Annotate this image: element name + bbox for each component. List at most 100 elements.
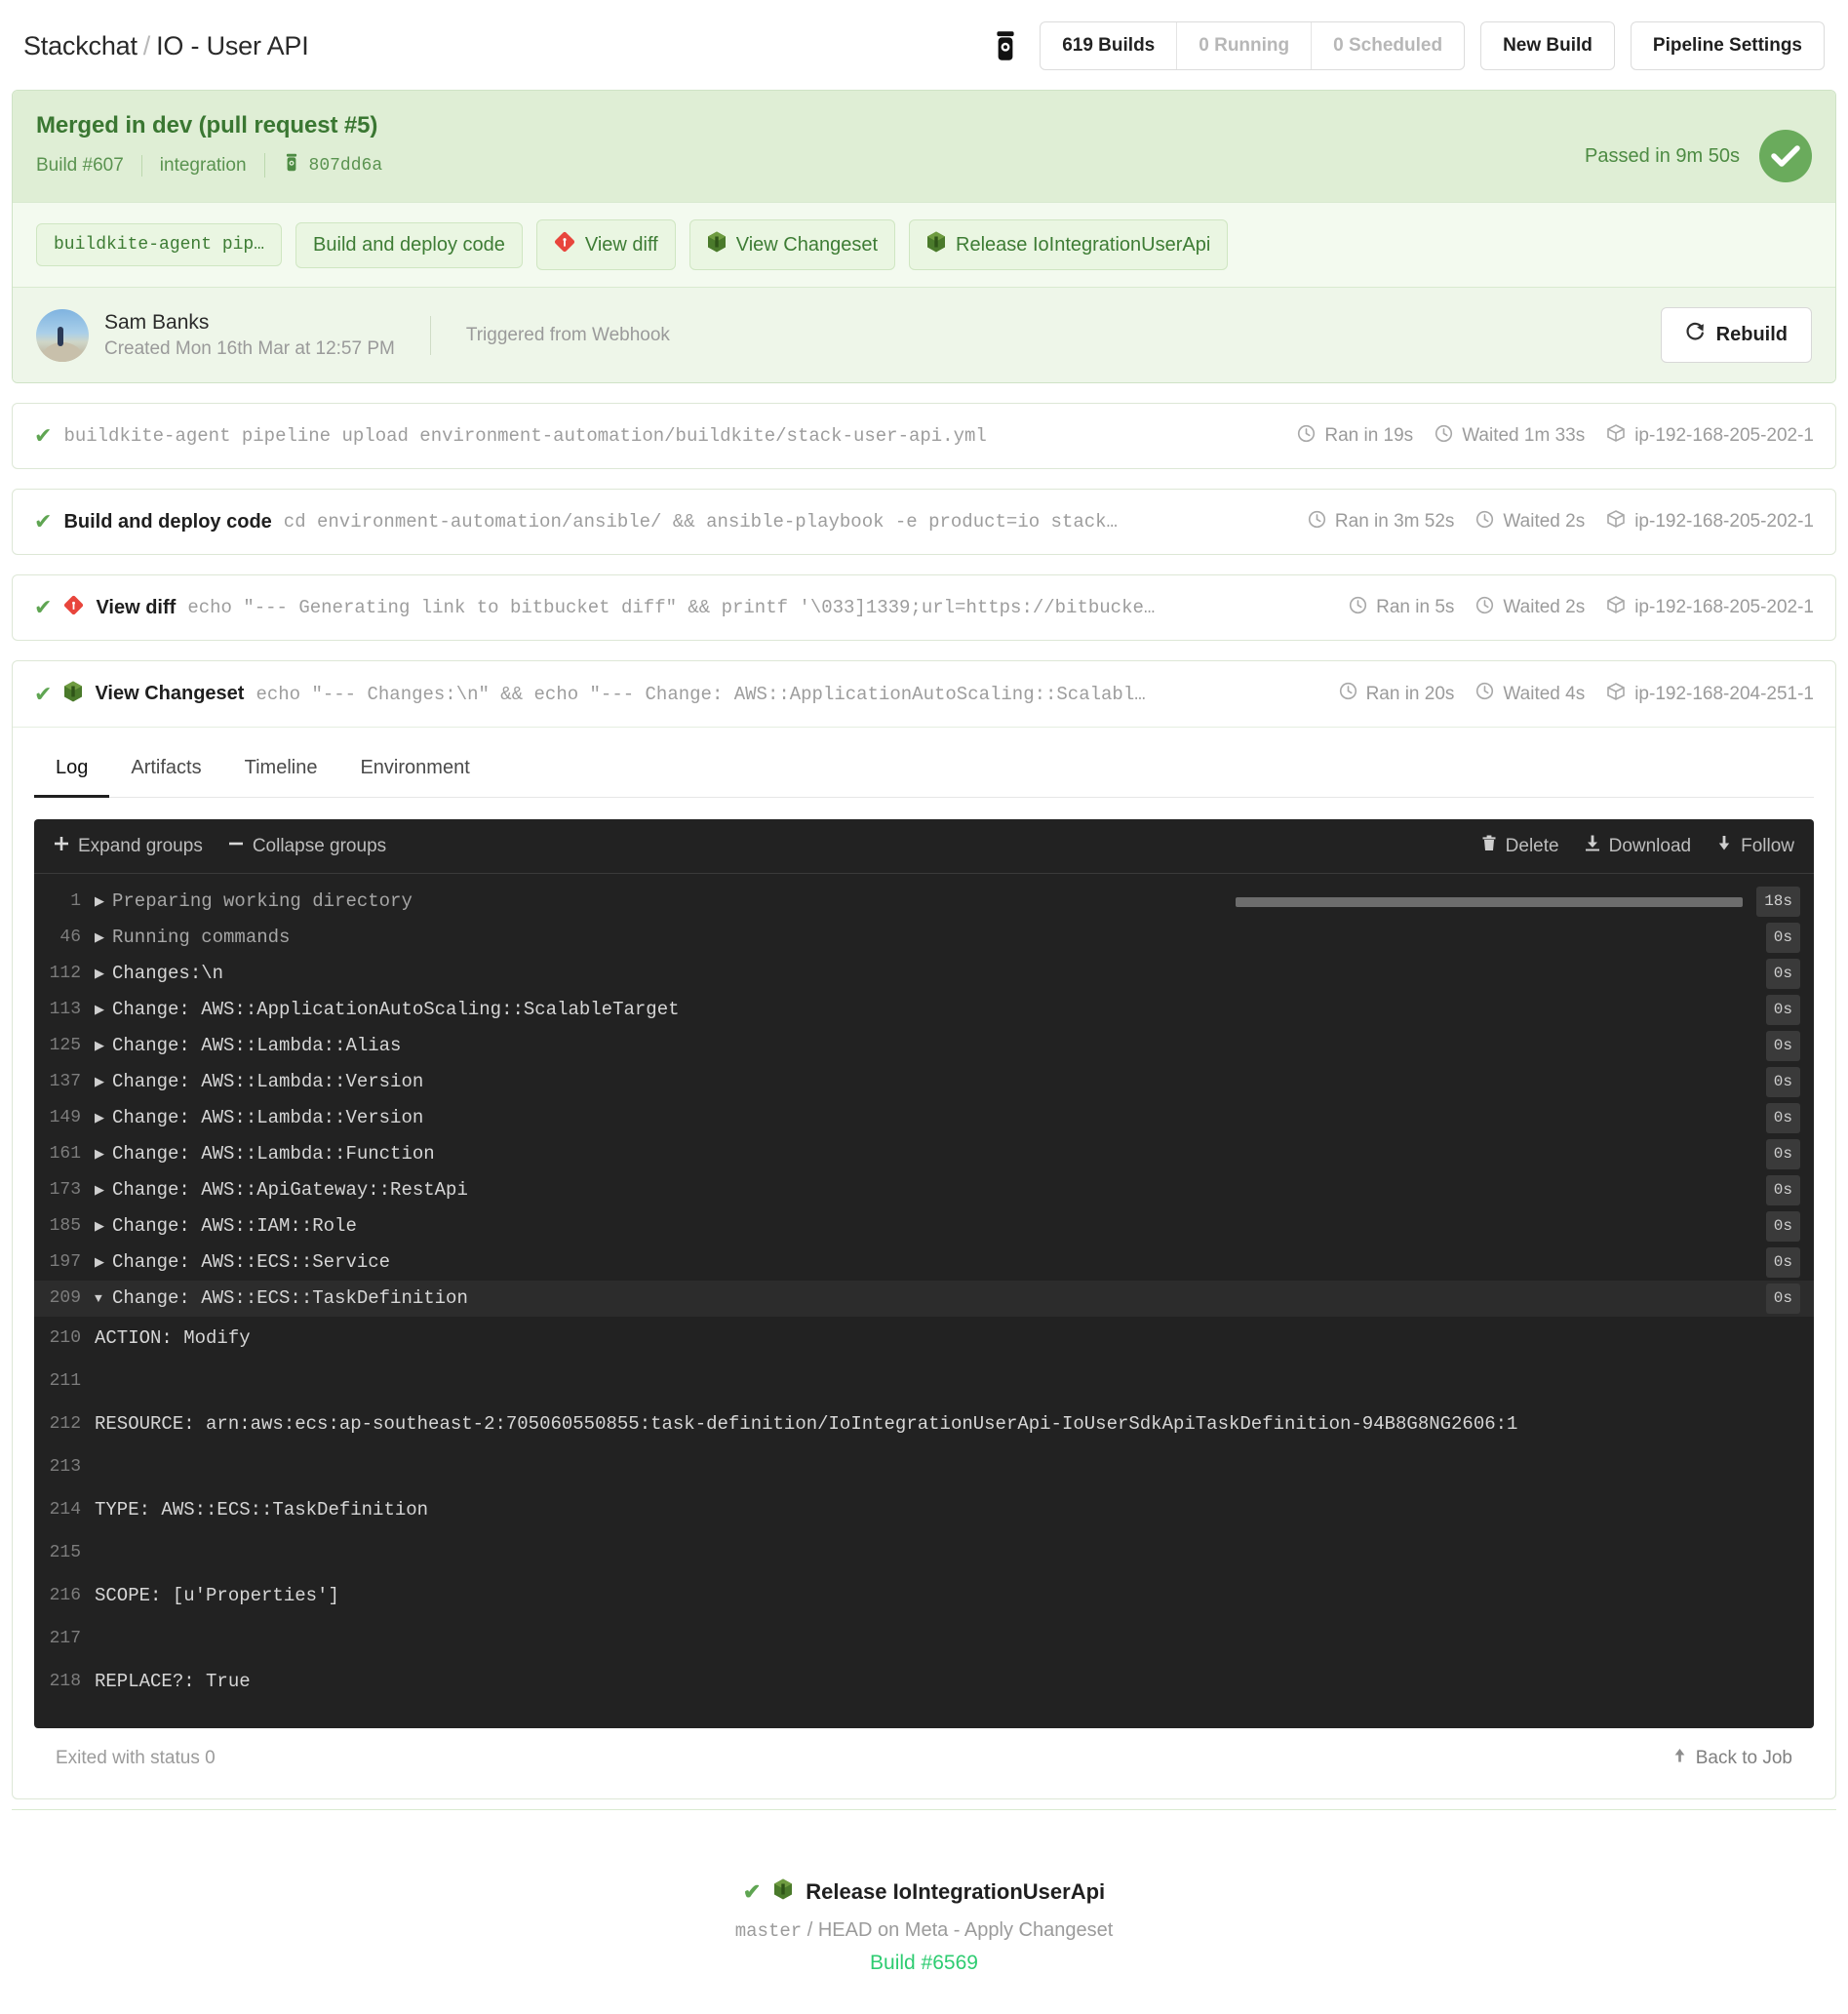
log-duration: 0s <box>1765 1067 1800 1097</box>
pill-view-diff[interactable]: View diff <box>535 219 676 270</box>
creator-info: Sam Banks Created Mon 16th Mar at 12:57 … <box>36 308 670 362</box>
tab-log[interactable]: Log <box>34 743 110 798</box>
build-number[interactable]: Build #607 <box>36 155 141 177</box>
log-group-row[interactable]: 1 ▶ Preparing working directory 18s <box>34 884 1814 920</box>
plus-icon <box>54 836 69 857</box>
pill-build-and-deploy[interactable]: Build and deploy code <box>295 221 523 268</box>
clock-icon <box>1475 596 1494 620</box>
new-build-button[interactable]: New Build <box>1480 21 1615 70</box>
clock-icon <box>1349 596 1367 620</box>
job-ran-label: Ran in 3m 52s <box>1334 511 1455 532</box>
log-group-row[interactable]: 112 ▶ Changes:\n 0s <box>34 956 1814 992</box>
counter-running[interactable]: 0 Running <box>1177 22 1313 69</box>
git-diamond-icon <box>554 231 575 258</box>
log-group-row[interactable]: 113 ▶ Change: AWS::ApplicationAutoScalin… <box>34 992 1814 1028</box>
log-box: Expand groups Collapse groups Delete Dow… <box>34 819 1814 1728</box>
log-group-row-expanded[interactable]: 209 ▼ Change: AWS::ECS::TaskDefinition 0… <box>34 1281 1814 1317</box>
counter-builds[interactable]: 619 Builds <box>1041 22 1178 69</box>
tab-artifacts[interactable]: Artifacts <box>109 743 222 798</box>
log-group-row[interactable]: 185 ▶ Change: AWS::IAM::Role 0s <box>34 1208 1814 1244</box>
job-agent-label: ip-192-168-205-202-1 <box>1634 511 1814 532</box>
cloudformation-cube-icon <box>707 231 727 258</box>
check-icon: ✔ <box>742 1879 762 1904</box>
log-duration: 0s <box>1765 1103 1800 1133</box>
line-number: 212 <box>49 1414 81 1434</box>
chevron-right-icon[interactable]: ▶ <box>95 997 112 1023</box>
job-waited: Waited 2s <box>1475 596 1585 620</box>
chevron-right-icon[interactable]: ▶ <box>95 889 112 915</box>
job-command: echo "--- Changes:\n" && echo "--- Chang… <box>256 683 1146 705</box>
chevron-right-icon[interactable]: ▶ <box>95 925 112 951</box>
pill-label: Build and deploy code <box>313 233 505 256</box>
pill-view-changeset[interactable]: View Changeset <box>688 219 896 270</box>
line-number: 209 <box>49 1288 81 1308</box>
chevron-right-icon[interactable]: ▶ <box>95 1069 112 1095</box>
log-group-row[interactable]: 125 ▶ Change: AWS::Lambda::Alias 0s <box>34 1028 1814 1064</box>
line-number: 215 <box>49 1543 81 1562</box>
chevron-right-icon[interactable]: ▶ <box>95 961 112 987</box>
chevron-right-icon[interactable]: ▶ <box>95 1105 112 1131</box>
follow-log-button[interactable]: Follow <box>1716 835 1794 857</box>
exit-status: Exited with status 0 <box>56 1748 216 1768</box>
rebuild-button[interactable]: Rebuild <box>1660 307 1812 363</box>
cloudformation-cube-icon <box>926 231 946 258</box>
refresh-icon <box>1685 322 1706 348</box>
job-line: ✔ View diff echo "--- Generating link to… <box>13 575 1835 640</box>
chevron-right-icon[interactable]: ▶ <box>95 1249 112 1276</box>
delete-log-button[interactable]: Delete <box>1481 835 1559 857</box>
job-row-pipeline-upload[interactable]: ✔ buildkite-agent pipeline upload enviro… <box>12 403 1836 469</box>
pill-label: Release IoIntegrationUserApi <box>956 233 1211 256</box>
build-title[interactable]: Merged in dev (pull request #5) <box>36 112 400 139</box>
chevron-right-icon[interactable]: ▶ <box>95 1177 112 1204</box>
log-output-row: 212 RESOURCE: arn:aws:ecs:ap-southeast-2… <box>34 1402 1814 1445</box>
chevron-right-icon[interactable]: ▶ <box>95 1141 112 1167</box>
creator-created: Created Mon 16th Mar at 12:57 PM <box>104 337 395 359</box>
avatar <box>36 308 89 362</box>
job-ran: Ran in 20s <box>1339 682 1454 706</box>
log-duration: 0s <box>1765 1283 1800 1314</box>
breadcrumb-org[interactable]: Stackchat <box>23 31 138 60</box>
log-duration: 0s <box>1765 1175 1800 1205</box>
log-group-row[interactable]: 161 ▶ Change: AWS::Lambda::Function 0s <box>34 1136 1814 1172</box>
log-group-row[interactable]: 173 ▶ Change: AWS::ApiGateway::RestApi 0… <box>34 1172 1814 1208</box>
chevron-down-icon[interactable]: ▼ <box>95 1285 112 1312</box>
top-bar: Stackchat / IO - User API 619 Builds 0 Run… <box>0 0 1848 90</box>
counter-scheduled[interactable]: 0 Scheduled <box>1312 22 1464 69</box>
line-number: 213 <box>49 1457 81 1477</box>
job-left: ✔ View Changeset echo "--- Changes:\n" &… <box>34 681 1327 707</box>
check-icon <box>1759 130 1812 182</box>
buildkite-logo-icon <box>991 30 1024 61</box>
expand-groups-button[interactable]: Expand groups <box>54 836 203 857</box>
back-to-job-link[interactable]: Back to Job <box>1672 1748 1792 1769</box>
log-group-row[interactable]: 149 ▶ Change: AWS::Lambda::Version 0s <box>34 1100 1814 1136</box>
log-output-row: 218 REPLACE?: True <box>34 1660 1814 1703</box>
job-row-view-diff[interactable]: ✔ View diff echo "--- Generating link to… <box>12 574 1836 641</box>
job-row-view-changeset-expanded[interactable]: ✔ View Changeset echo "--- Changes:\n" &… <box>12 660 1836 1799</box>
footer-build-link[interactable]: Build #6569 <box>12 1952 1836 1975</box>
top-bar-actions: 619 Builds 0 Running 0 Scheduled New Bui… <box>991 21 1825 70</box>
log-group-row[interactable]: 137 ▶ Change: AWS::Lambda::Version 0s <box>34 1064 1814 1100</box>
job-ran: Ran in 3m 52s <box>1308 510 1455 534</box>
expand-groups-label: Expand groups <box>78 835 203 856</box>
pill-pipeline-upload[interactable]: buildkite-agent pip… <box>36 223 283 266</box>
pill-release-iointegrationuserapi[interactable]: Release IoIntegrationUserApi <box>909 219 1229 270</box>
download-log-button[interactable]: Download <box>1585 835 1691 857</box>
chevron-right-icon[interactable]: ▶ <box>95 1033 112 1059</box>
job-left: ✔ View diff echo "--- Generating link to… <box>34 595 1337 620</box>
footer-job-title-row[interactable]: ✔ Release IoIntegrationUserApi <box>12 1878 1836 1906</box>
build-commit[interactable]: 807dd6a <box>263 153 401 178</box>
tab-timeline[interactable]: Timeline <box>223 743 339 798</box>
job-agent: ip-192-168-205-202-1 <box>1606 509 1814 534</box>
log-group-row[interactable]: 46 ▶ Running commands 0s <box>34 920 1814 956</box>
collapse-groups-button[interactable]: Collapse groups <box>228 836 386 857</box>
breadcrumb-pipeline[interactable]: IO - User API <box>156 31 309 60</box>
pipeline-settings-button[interactable]: Pipeline Settings <box>1630 21 1825 70</box>
log-group-row[interactable]: 197 ▶ Change: AWS::ECS::Service 0s <box>34 1244 1814 1281</box>
build-branch[interactable]: integration <box>140 154 264 177</box>
job-row-build-and-deploy[interactable]: ✔ Build and deploy code cd environment-a… <box>12 489 1836 555</box>
build-meta: Build #607 integration 807dd6a <box>36 153 400 178</box>
log-group-label: Changes:\n <box>112 963 224 984</box>
tab-environment[interactable]: Environment <box>338 743 491 798</box>
chevron-right-icon[interactable]: ▶ <box>95 1213 112 1240</box>
log-output-row: 211 <box>34 1360 1814 1402</box>
